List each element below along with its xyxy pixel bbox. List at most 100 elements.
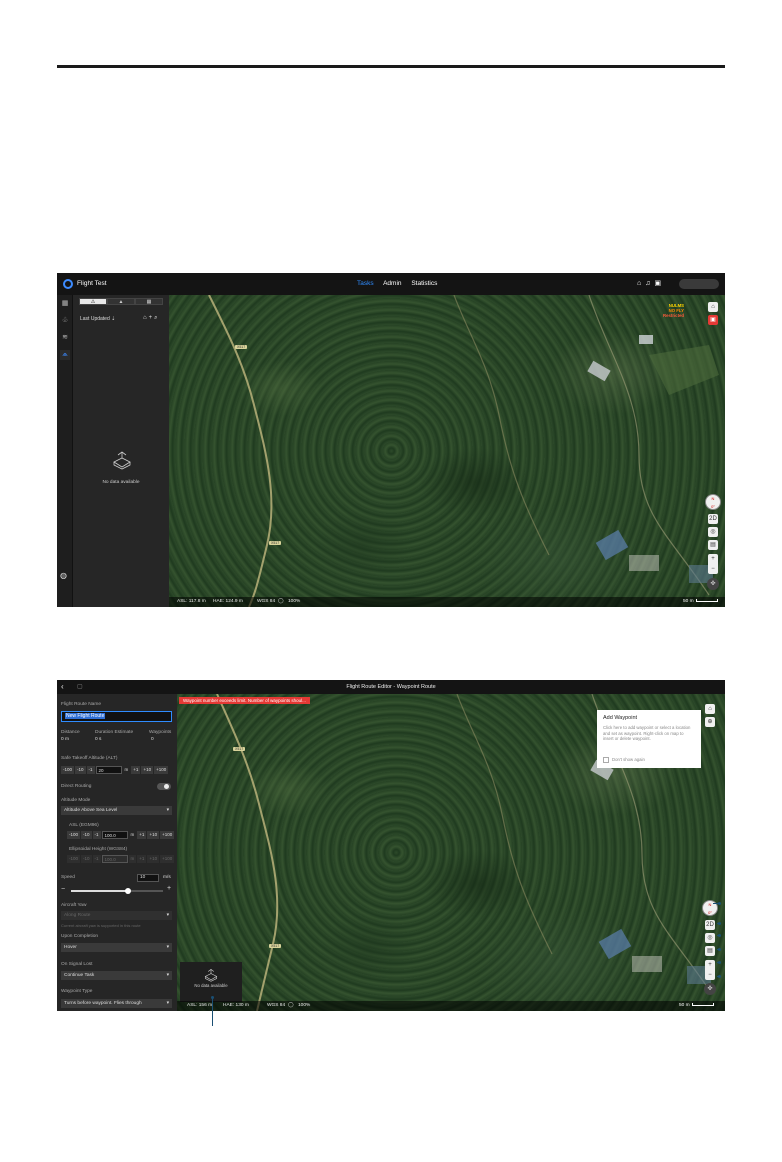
ellipsoid-label: Ellipsoidal Height (WGS84) xyxy=(69,847,128,852)
callout-line xyxy=(713,903,720,904)
altitude-mode-label: Altitude Mode xyxy=(61,798,91,803)
cloud-icon[interactable]: ⌂ xyxy=(637,280,645,287)
add-waypoint-icon[interactable]: ⊕ xyxy=(705,717,715,727)
step-plus-1[interactable]: +1 xyxy=(131,766,141,774)
panel-tabs: ⚠ ▲ ▦ xyxy=(79,298,163,305)
coord-system[interactable]: WGS 84 xyxy=(267,1001,285,1011)
speed-slider-knob[interactable] xyxy=(125,888,132,894)
device-icon[interactable]: ▣ xyxy=(654,280,665,287)
locate-icon[interactable]: ◎ xyxy=(705,933,715,943)
nav-tasks[interactable]: Tasks xyxy=(357,280,374,287)
stat-value: 0 m xyxy=(61,737,69,742)
top-icons: ⌂♫▣ xyxy=(637,279,665,287)
network-icon: ◯ xyxy=(288,1003,294,1008)
speed-slider-fill xyxy=(71,890,129,892)
speed-slider[interactable] xyxy=(71,888,163,894)
rail-people-icon[interactable]: ♧ xyxy=(60,316,70,326)
add-waypoint-popup: Add Waypoint Click here to add waypoint … xyxy=(597,710,701,768)
zoom-control[interactable]: + − xyxy=(708,554,718,574)
safe-takeoff-label: Safe Takeoff Altitude (ALT) xyxy=(61,756,118,761)
road-label: X517 xyxy=(233,747,246,751)
no-data-icon xyxy=(113,451,131,470)
callout-line xyxy=(717,949,720,950)
speed-minus-button[interactable]: − xyxy=(61,886,65,893)
rail-chart-icon[interactable]: ≋ xyxy=(60,333,70,343)
left-rail: ▦ ♧ ≋ ⩕ xyxy=(57,295,73,607)
route-list-panel: ⚠ ▲ ▦ Last Updated ⇣ ⌂+⌕ No data availab… xyxy=(73,295,169,607)
callout-line xyxy=(717,923,720,924)
map-style-icon[interactable]: ▤ xyxy=(705,946,715,956)
task-map-screenshot: X517 X517 Flight Test Tasks Admin Statis… xyxy=(57,273,725,607)
stat-value: 0 s xyxy=(95,737,102,742)
zoom-control[interactable]: + − xyxy=(705,960,715,980)
rail-route-icon[interactable]: ⩕ xyxy=(60,350,70,360)
language-globe-icon[interactable]: ◍ xyxy=(60,571,67,580)
header-rule xyxy=(57,65,725,68)
rail-calendar-icon[interactable]: ▦ xyxy=(60,299,70,309)
aircraft-yaw-label: Aircraft Yaw xyxy=(61,903,87,908)
tab-triangle[interactable]: ▲ xyxy=(107,298,135,305)
sort-last-updated[interactable]: Last Updated ⇣ xyxy=(80,316,115,322)
on-signal-lost-label: On Signal Lost xyxy=(61,962,93,967)
nav-admin[interactable]: Admin xyxy=(383,280,401,287)
step-minus-10: -10 xyxy=(81,855,92,863)
step-plus-10[interactable]: +10 xyxy=(141,766,154,774)
no-fly-legend: NULMS NO FLY Restricted xyxy=(663,303,684,318)
safe-takeoff-input[interactable]: 20 xyxy=(95,766,122,774)
network-icon: ◯ xyxy=(278,599,284,604)
step-minus-1[interactable]: -1 xyxy=(92,831,101,839)
map-style-icon[interactable]: ▤ xyxy=(708,540,718,550)
tab-grid[interactable]: ▦ xyxy=(135,298,163,305)
speed-plus-button[interactable]: + xyxy=(167,885,171,892)
route-name-value: New Flight Route xyxy=(65,713,106,719)
step-minus-10[interactable]: -10 xyxy=(75,766,86,774)
route-name-input[interactable]: New Flight Route xyxy=(61,711,172,722)
waypoint-type-select[interactable]: Turns before waypoint. Flies through xyxy=(61,999,172,1008)
search-icon[interactable]: ⌕ xyxy=(154,315,159,321)
tab-warning[interactable]: ⚠ xyxy=(79,298,107,305)
dont-show-again-checkbox[interactable]: Don't show again xyxy=(603,757,645,763)
step-minus-100[interactable]: -100 xyxy=(67,831,81,839)
popup-title: Add Waypoint xyxy=(603,715,638,721)
top-bar: Flight Test Tasks Admin Statistics ⌂♫▣ xyxy=(57,273,725,295)
map-status-bar: ASL: 117.8 m HAE: 124.9 m WGS 84 ◯ 100% xyxy=(169,597,725,607)
layers-icon[interactable]: ⌂ xyxy=(708,302,718,312)
nav-statistics[interactable]: Statistics xyxy=(411,280,437,287)
person-icon[interactable]: ✜ xyxy=(704,983,716,995)
map-layer-tools: ⌂ ⊕ xyxy=(705,704,715,730)
step-minus-1[interactable]: -1 xyxy=(86,766,95,774)
step-minus-100[interactable]: -100 xyxy=(61,766,75,774)
step-plus-100[interactable]: +100 xyxy=(154,766,169,774)
step-plus-1[interactable]: +1 xyxy=(137,831,147,839)
locate-icon[interactable]: ◎ xyxy=(708,527,718,537)
step-plus-10: +10 xyxy=(147,855,160,863)
scale-text: 50 m xyxy=(683,599,694,604)
speed-input[interactable]: 10 xyxy=(137,874,159,882)
step-plus-100[interactable]: +100 xyxy=(160,831,175,839)
coord-system[interactable]: WGS 84 xyxy=(257,597,275,607)
satellite-map[interactable]: X517 X517 xyxy=(169,295,725,607)
map-2d-icon[interactable]: 2D xyxy=(705,920,715,930)
step-minus-10[interactable]: -10 xyxy=(81,831,92,839)
compass-icon[interactable]: N 0° xyxy=(705,494,721,510)
altitude-mode-select[interactable]: Altitude Above Sea Level xyxy=(61,806,172,815)
list-actions: ⌂+⌕ xyxy=(143,315,160,322)
nofly-toggle-icon[interactable]: ▣ xyxy=(708,315,718,325)
aircraft-yaw-note: Current aircraft yaw is supported in thi… xyxy=(61,923,141,928)
asl-input[interactable]: 100.0 xyxy=(101,831,128,839)
map-view-tools: 2D ◎ ▤ xyxy=(708,514,718,553)
user-avatar[interactable] xyxy=(679,279,719,289)
person-icon[interactable]: ✜ xyxy=(707,578,719,590)
on-signal-lost-select[interactable]: Continue Task xyxy=(61,971,172,980)
direct-routing-toggle[interactable] xyxy=(157,783,171,790)
map-2d-icon[interactable]: 2D xyxy=(708,514,718,524)
upon-completion-select[interactable]: Hover xyxy=(61,943,172,952)
step-plus-10[interactable]: +10 xyxy=(147,831,160,839)
waypoint-limit-warning: Waypoint number exceeds limit. Number of… xyxy=(179,697,310,704)
map-scale: 50 m xyxy=(683,599,718,604)
stat-label: Waypoints xyxy=(149,730,172,735)
route-settings-panel: Flight Route Name New Flight Route Dista… xyxy=(57,694,177,1011)
layers-icon[interactable]: ⌂ xyxy=(705,704,715,714)
hae-readout: HAE: 130 m xyxy=(223,1003,249,1008)
callout-line xyxy=(212,998,213,1026)
